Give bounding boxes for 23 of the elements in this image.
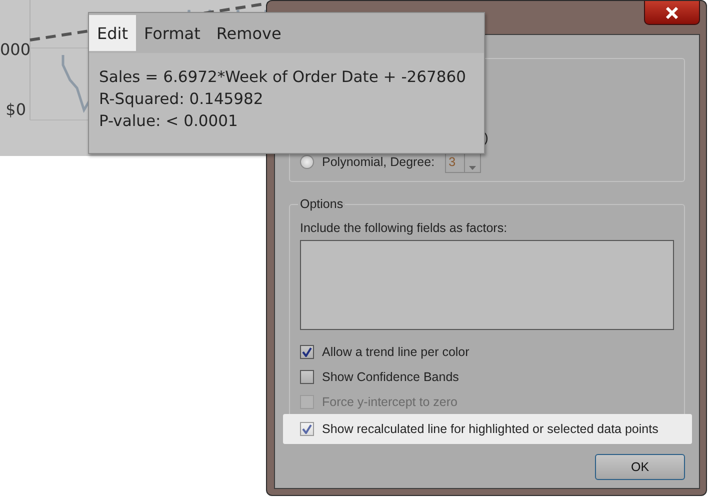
tooltip-text: Sales = 6.6972*Week of Order Date + -267860: [99, 68, 467, 86]
checkbox-label: Show recalculated line for highlighted or selected data points: [322, 422, 658, 436]
radio-button[interactable]: [300, 155, 314, 169]
radio-label: Polynomial, Degree:: [322, 155, 435, 169]
close-icon: [665, 6, 679, 18]
axis-label: $0: [4, 100, 26, 119]
down-arrow-icon: [468, 166, 476, 170]
checkbox[interactable]: [300, 370, 314, 384]
checkbox[interactable]: [300, 422, 314, 436]
ok-button[interactable]: OK: [595, 454, 685, 480]
tooltip-text: P-value: < 0.0001: [99, 112, 239, 130]
menu-item[interactable]: Remove: [208, 15, 290, 51]
menu-item[interactable]: Format: [136, 15, 208, 51]
tooltip-text: R-Squared: 0.145982: [99, 90, 264, 108]
checkbox[interactable]: [300, 344, 314, 358]
factors-list[interactable]: [300, 240, 674, 330]
group-title: Options: [298, 197, 346, 211]
checkbox-label: Allow a trend line per color: [322, 344, 470, 358]
close-button[interactable]: [644, 1, 700, 25]
menu-item[interactable]: Edit: [89, 15, 136, 51]
checkbox-label: Force y-intercept to zero: [322, 394, 458, 408]
checkbox-label: Show Confidence Bands: [322, 370, 459, 384]
field-label: Include the following fields as factors:: [300, 221, 508, 235]
